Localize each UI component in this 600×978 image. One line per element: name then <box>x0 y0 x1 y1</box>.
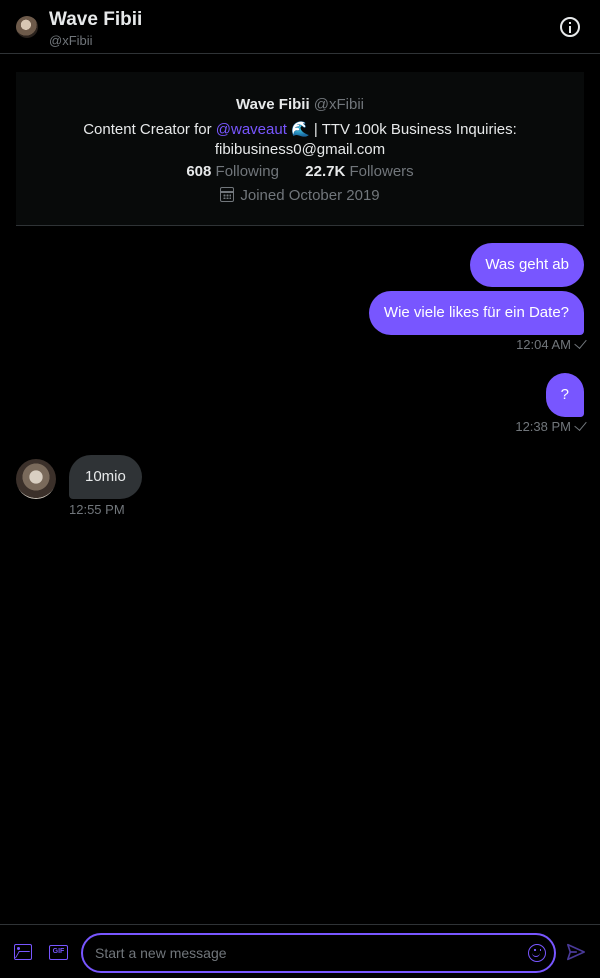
message-time: 12:04 AM <box>516 337 571 352</box>
message-input-container[interactable] <box>81 933 556 973</box>
profile-name-line: Wave Fibii @xFibii <box>16 96 584 113</box>
profile-handle: @xFibii <box>313 96 365 113</box>
sender-avatar[interactable] <box>16 459 56 499</box>
info-icon[interactable] <box>560 17 580 37</box>
followers-count[interactable]: 22.7K <box>305 163 345 180</box>
bio-text: Content Creator for <box>83 121 216 138</box>
emoji-icon[interactable] <box>528 944 546 962</box>
message-time: 12:38 PM <box>515 419 571 434</box>
profile-stats: 608 Following 22.7K Followers <box>16 163 584 180</box>
message-composer: GIF <box>0 924 600 978</box>
profile-bio: Content Creator for @waveaut 🌊 | TTV 100… <box>16 120 584 160</box>
outgoing-message[interactable]: Was geht ab <box>470 243 584 287</box>
bio-email: fibibusiness0@gmail.com <box>214 141 386 158</box>
header-name[interactable]: Wave Fibii <box>49 9 142 31</box>
joined-date: Joined October 2019 <box>16 187 584 204</box>
message-input[interactable] <box>95 935 515 971</box>
joined-text: Joined October 2019 <box>240 187 380 204</box>
outgoing-message[interactable]: Wie viele likes für ein Date? <box>368 291 584 335</box>
incoming-message[interactable]: 10mio <box>69 455 142 499</box>
message-meta: 12:38 PM <box>515 418 587 434</box>
message-meta: 12:04 AM <box>516 336 587 352</box>
profile-name: Wave Fibii <box>235 96 310 113</box>
gif-icon[interactable]: GIF <box>49 945 68 960</box>
bio-mention-link[interactable]: @waveaut <box>216 121 287 138</box>
following-count[interactable]: 608 <box>186 163 211 180</box>
wave-emoji: 🌊 <box>291 121 310 138</box>
bio-text-suffix: | TTV 100k Business Inquiries: <box>309 121 517 138</box>
followers-label[interactable]: Followers <box>349 163 413 180</box>
calendar-icon <box>220 187 235 202</box>
sent-check-icon <box>574 418 587 431</box>
image-icon[interactable] <box>14 944 32 960</box>
outgoing-message[interactable]: ? <box>545 373 584 417</box>
header-handle: @xFibii <box>49 33 93 48</box>
send-icon[interactable] <box>566 943 586 961</box>
conversation-header: Wave Fibii @xFibii <box>0 0 600 54</box>
sent-check-icon <box>574 336 587 349</box>
header-avatar[interactable] <box>16 16 38 38</box>
profile-card[interactable]: Wave Fibii @xFibii Content Creator for @… <box>16 72 584 226</box>
message-time: 12:55 PM <box>69 502 125 517</box>
following-label[interactable]: Following <box>216 163 279 180</box>
